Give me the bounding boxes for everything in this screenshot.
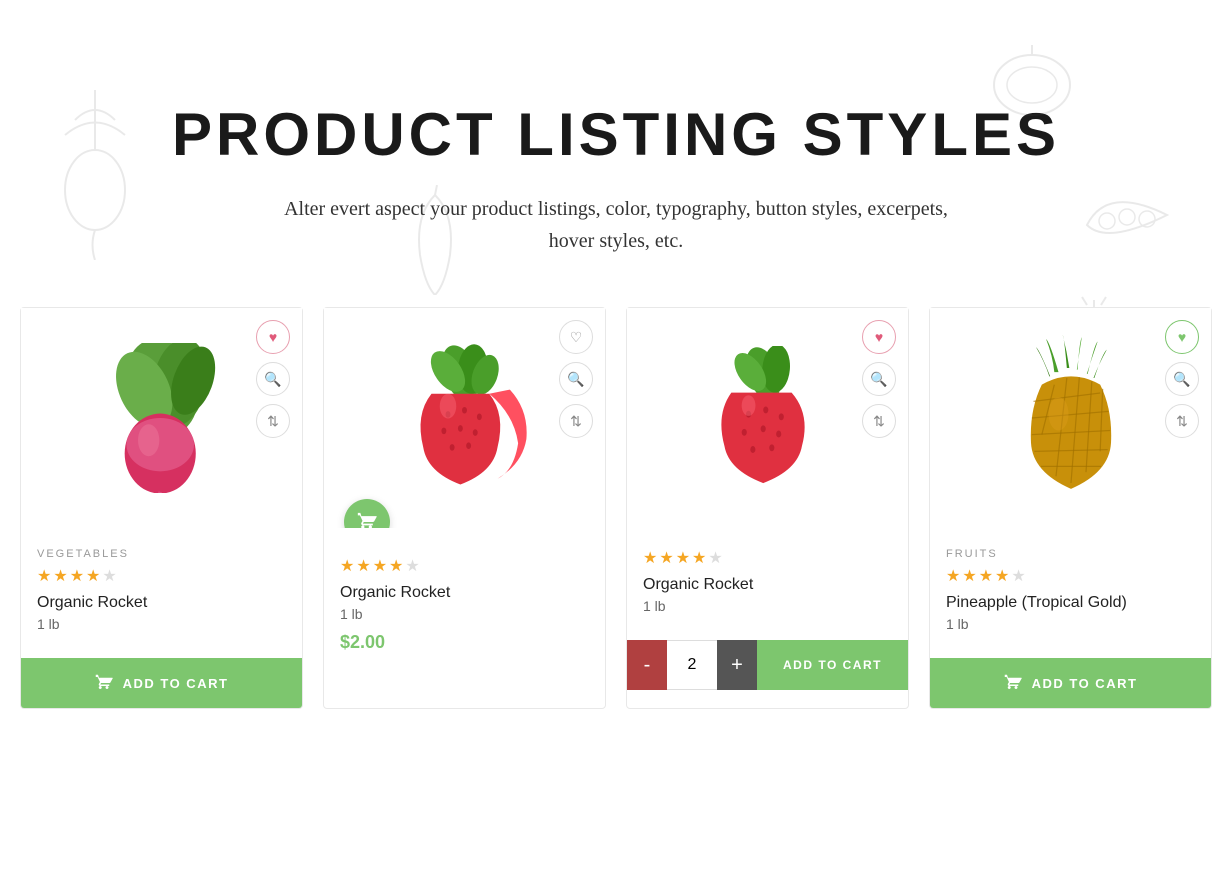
compare-btn-2[interactable]: ⇅ [559,404,593,438]
cart-icon-overlay-2 [357,512,377,528]
wishlist-btn-4[interactable]: ♥ [1165,320,1199,354]
product-name-3: Organic Rocket [643,576,892,594]
wishlist-btn-1[interactable]: ♥ [256,320,290,354]
cart-icon-4 [1004,674,1022,692]
cart-icon-1 [95,674,113,692]
star-4-4: ★ [995,566,1009,586]
product-image-1 [82,343,242,493]
add-to-cart-btn-3[interactable]: ADD TO CART [757,640,908,690]
product-actions-4: ♥ 🔍 ⇅ [1165,320,1199,438]
star-1-3: ★ [70,566,84,586]
add-to-cart-btn-1[interactable]: ADD TO CART [21,658,302,708]
product-image-4 [996,328,1146,508]
product-info-2: ★ ★ ★ ★ ★ Organic Rocket 1 lb $2.00 [324,528,605,681]
product-weight-1: 1 lb [37,616,286,632]
product-card-4: ♥ 🔍 ⇅ FRUITS ★ ★ ★ ★ ★ Pineapple (Tropic… [929,307,1212,709]
product-weight-4: 1 lb [946,616,1195,632]
page-title: PRODUCT LISTING STYLES [20,100,1212,169]
star-4-1: ★ [946,566,960,586]
product-image-wrapper-3: ♥ 🔍 ⇅ [627,308,908,528]
add-to-cart-label-4: ADD TO CART [1032,676,1138,691]
star-3-2: ★ [659,548,673,568]
qty-cart-row-3: - + ADD TO CART [627,640,908,690]
product-category-4: FRUITS [946,548,1195,560]
stars-1: ★ ★ ★ ★ ★ [37,566,286,586]
page-subtitle: Alter evert aspect your product listings… [266,193,966,257]
star-2-4: ★ [389,556,403,576]
compare-btn-3[interactable]: ⇅ [862,404,896,438]
star-4-2: ★ [962,566,976,586]
star-2-5: ★ [405,556,419,576]
product-actions-3: ♥ 🔍 ⇅ [862,320,896,438]
product-image-2 [382,341,547,496]
product-card-2: ♡ 🔍 ⇅ ★ ★ ★ ★ ★ Organic Rocket 1 lb $2.0… [323,307,606,709]
star-2-2: ★ [356,556,370,576]
add-to-cart-btn-4[interactable]: ADD TO CART [930,658,1211,708]
star-4-5: ★ [1011,566,1025,586]
product-image-wrapper-2: ♡ 🔍 ⇅ [324,308,605,528]
star-3-1: ★ [643,548,657,568]
product-name-4: Pineapple (Tropical Gold) [946,594,1195,612]
zoom-btn-2[interactable]: 🔍 [559,362,593,396]
product-actions-1: ♥ 🔍 ⇅ [256,320,290,438]
zoom-btn-3[interactable]: 🔍 [862,362,896,396]
stars-2: ★ ★ ★ ★ ★ [340,556,589,576]
star-4-3: ★ [979,566,993,586]
product-card-3: ♥ 🔍 ⇅ ★ ★ ★ ★ ★ Organic Rocket 1 lb - [626,307,909,709]
stars-4: ★ ★ ★ ★ ★ [946,566,1195,586]
product-name-2: Organic Rocket [340,584,589,602]
header-section: PRODUCT LISTING STYLES Alter evert aspec… [20,40,1212,257]
stars-3: ★ ★ ★ ★ ★ [643,548,892,568]
product-image-wrapper-1: ♥ 🔍 ⇅ [21,308,302,528]
add-to-cart-label-1: ADD TO CART [123,676,229,691]
star-1-4: ★ [86,566,100,586]
star-1-1: ★ [37,566,51,586]
wishlist-btn-2[interactable]: ♡ [559,320,593,354]
star-1-5: ★ [102,566,116,586]
zoom-btn-1[interactable]: 🔍 [256,362,290,396]
star-3-3: ★ [676,548,690,568]
product-price-2: $2.00 [340,632,589,653]
qty-input-3[interactable] [667,640,717,690]
product-weight-3: 1 lb [643,598,892,614]
star-2-3: ★ [373,556,387,576]
compare-btn-1[interactable]: ⇅ [256,404,290,438]
compare-btn-4[interactable]: ⇅ [1165,404,1199,438]
qty-plus-btn-3[interactable]: + [717,640,757,690]
product-info-3: ★ ★ ★ ★ ★ Organic Rocket 1 lb [627,528,908,640]
product-category-1: VEGETABLES [37,548,286,560]
product-info-1: VEGETABLES ★ ★ ★ ★ ★ Organic Rocket 1 lb [21,528,302,658]
star-2-1: ★ [340,556,354,576]
add-to-cart-label-3: ADD TO CART [783,658,882,672]
product-card-1: ♥ 🔍 ⇅ VEGETABLES ★ ★ ★ ★ ★ Organic Rocke… [20,307,303,709]
star-3-4: ★ [692,548,706,568]
zoom-btn-4[interactable]: 🔍 [1165,362,1199,396]
star-3-5: ★ [708,548,722,568]
cart-overlay-btn-2[interactable] [344,499,390,528]
qty-minus-btn-3[interactable]: - [627,640,667,690]
product-image-wrapper-4: ♥ 🔍 ⇅ [930,308,1211,528]
star-1-2: ★ [53,566,67,586]
wishlist-btn-3[interactable]: ♥ [862,320,896,354]
product-weight-2: 1 lb [340,606,589,622]
product-actions-2: ♡ 🔍 ⇅ [559,320,593,438]
products-grid: ♥ 🔍 ⇅ VEGETABLES ★ ★ ★ ★ ★ Organic Rocke… [20,307,1212,709]
product-info-4: FRUITS ★ ★ ★ ★ ★ Pineapple (Tropical Gol… [930,528,1211,658]
product-name-1: Organic Rocket [37,594,286,612]
product-image-3 [690,346,845,491]
